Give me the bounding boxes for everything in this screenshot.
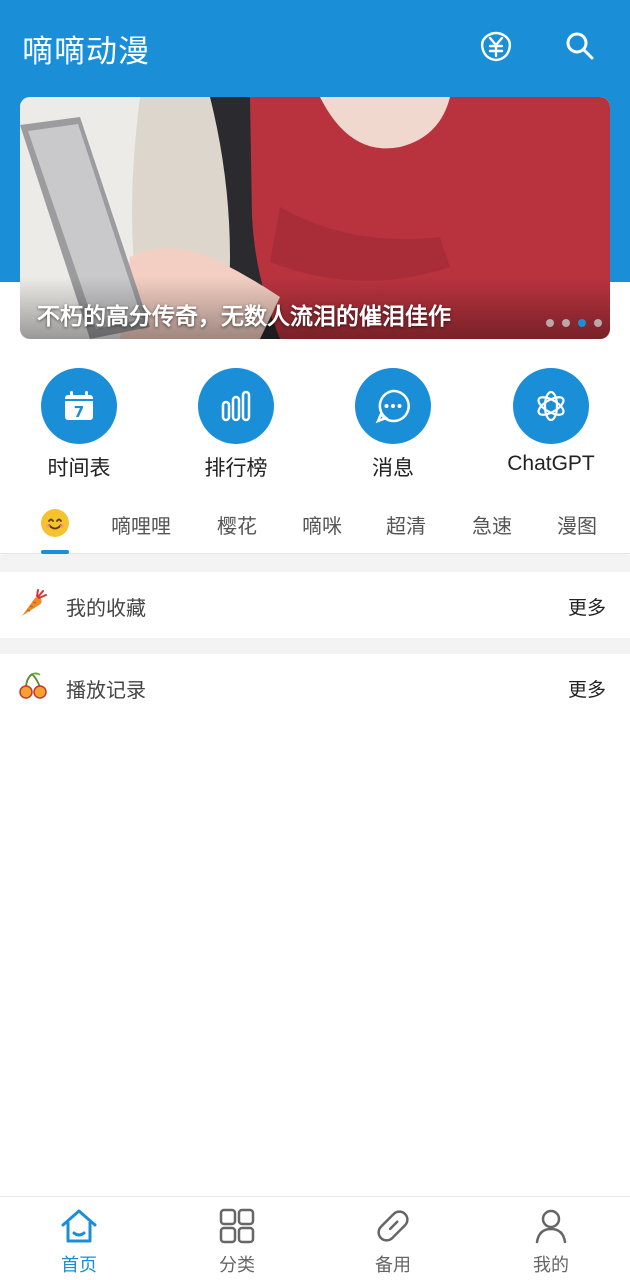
pill-icon [377, 1210, 409, 1242]
nav-label: 分类 [219, 1255, 255, 1275]
banner-caption: 不朽的高分传奇，无数人流泪的催泪佳作 [37, 304, 451, 330]
nav-label: 我的 [533, 1255, 569, 1275]
history-title: 播放记录 [66, 680, 146, 702]
tab-yinghua[interactable]: 樱花 [217, 510, 257, 539]
bottom-navigation: 首页 分类 备用 我的 [0, 1196, 630, 1280]
shortcut-ranking[interactable]: 排行榜 [176, 368, 296, 482]
shortcut-label: ChatGPT [507, 452, 595, 475]
history-row[interactable]: 播放记录 更多 [0, 654, 630, 720]
nav-category[interactable]: 分类 [177, 1207, 297, 1277]
shortcut-label: 时间表 [47, 457, 111, 480]
tab-dilili[interactable]: 嘀哩哩 [111, 510, 171, 539]
nav-mine[interactable]: 我的 [491, 1207, 611, 1277]
carousel-dot[interactable] [594, 319, 602, 327]
tab-jisu[interactable]: 急速 [472, 510, 512, 539]
carousel-indicator [546, 319, 602, 327]
history-more-link[interactable]: 更多 [568, 675, 606, 702]
favorites-row[interactable]: 我的收藏 更多 [0, 572, 630, 638]
shortcut-messages[interactable]: 消息 [333, 368, 453, 482]
carousel-dot[interactable] [562, 319, 570, 327]
banner-carousel[interactable]: 不朽的高分传奇，无数人流泪的催泪佳作 [20, 97, 610, 339]
tab-mantu[interactable]: 漫图 [557, 510, 597, 539]
tab-dimi[interactable]: 嘀咪 [302, 510, 342, 539]
home-icon [61, 1209, 97, 1243]
section-divider [0, 556, 630, 572]
app-title: 嘀嘀动漫 [22, 34, 150, 70]
message-bubble-icon [355, 368, 431, 444]
cherry-icon [18, 671, 48, 705]
calendar-icon: 7 [41, 368, 117, 444]
shortcut-schedule[interactable]: 7 时间表 [19, 368, 139, 482]
user-icon [535, 1209, 567, 1244]
nav-label: 首页 [61, 1255, 97, 1275]
calendar-badge: 7 [74, 403, 84, 421]
bar-chart-icon [198, 368, 274, 444]
carousel-dot-active[interactable] [578, 319, 586, 327]
tab-emoji-smile-icon[interactable] [41, 509, 69, 537]
section-divider [0, 638, 630, 654]
nav-label: 备用 [375, 1255, 411, 1275]
shortcut-label: 消息 [372, 457, 414, 480]
yen-coin-icon[interactable] [476, 26, 516, 66]
favorites-title: 我的收藏 [66, 598, 146, 620]
shortcut-label: 排行榜 [204, 457, 268, 480]
nav-backup[interactable]: 备用 [333, 1207, 453, 1277]
carousel-dot[interactable] [546, 319, 554, 327]
search-icon[interactable] [560, 26, 600, 66]
carrot-icon [18, 589, 48, 623]
openai-logo-icon [513, 368, 589, 444]
shortcut-chatgpt[interactable]: ChatGPT [491, 368, 611, 476]
grid-icon [219, 1208, 255, 1244]
tab-chaoqing[interactable]: 超清 [386, 510, 426, 539]
favorites-more-link[interactable]: 更多 [568, 593, 606, 620]
nav-home[interactable]: 首页 [19, 1207, 139, 1277]
active-tab-indicator [41, 550, 69, 554]
